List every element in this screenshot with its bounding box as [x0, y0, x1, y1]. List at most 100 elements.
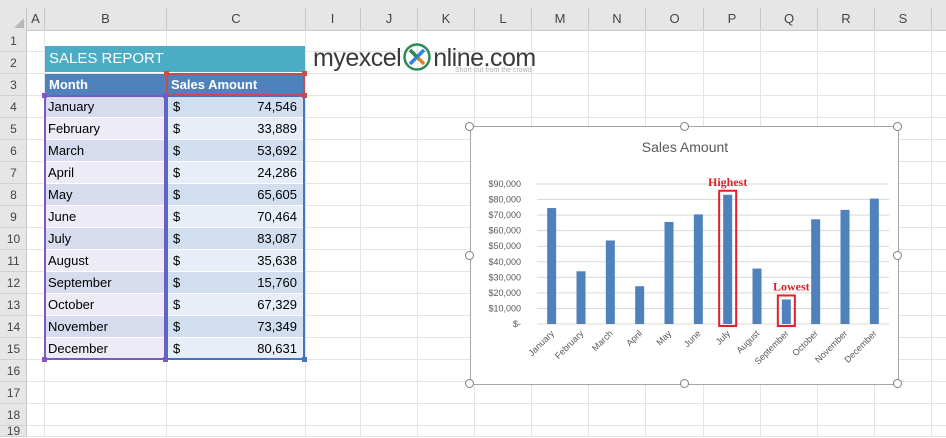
- selection-handle[interactable]: [302, 357, 307, 362]
- row-header-2[interactable]: 2: [0, 52, 27, 74]
- bar-august[interactable]: [752, 268, 762, 324]
- month-cell[interactable]: December: [45, 338, 166, 360]
- row-header-12[interactable]: 12: [0, 272, 27, 294]
- month-cell[interactable]: September: [45, 272, 166, 294]
- row-header-19[interactable]: 19: [0, 425, 27, 437]
- selection-handle[interactable]: [163, 357, 168, 362]
- amount-cell[interactable]: $70,464: [167, 206, 305, 228]
- amount-value: 24,286: [257, 165, 297, 180]
- bar-december[interactable]: [869, 198, 879, 324]
- row-header-7[interactable]: 7: [0, 162, 27, 184]
- row-header-10[interactable]: 10: [0, 228, 27, 250]
- amount-value: 73,349: [257, 319, 297, 334]
- column-header-p[interactable]: P: [704, 8, 761, 30]
- bar-june[interactable]: [693, 214, 703, 324]
- sales-chart[interactable]: Sales Amount $- $10,000 $20,000 $30,000 $40,…: [470, 126, 899, 385]
- row-header-5[interactable]: 5: [0, 118, 27, 140]
- column-header-c[interactable]: C: [167, 8, 306, 30]
- bar-november[interactable]: [840, 209, 850, 324]
- bar-february[interactable]: [576, 271, 586, 324]
- bar-march[interactable]: [605, 240, 615, 324]
- row-header-3[interactable]: 3: [0, 74, 27, 96]
- column-header-a[interactable]: A: [27, 8, 45, 30]
- row-header-18[interactable]: 18: [0, 404, 27, 426]
- chart-resize-handle[interactable]: [893, 251, 902, 260]
- bar-january[interactable]: [547, 208, 557, 324]
- x-tick-label: March: [590, 328, 615, 353]
- row-header-16[interactable]: 16: [0, 360, 27, 382]
- amount-cell[interactable]: $24,286: [167, 162, 305, 184]
- month-cell[interactable]: March: [45, 140, 166, 162]
- column-header-b[interactable]: B: [45, 8, 167, 30]
- selection-handle[interactable]: [42, 357, 47, 362]
- bar-april[interactable]: [635, 286, 645, 324]
- month-cell[interactable]: February: [45, 118, 166, 140]
- chart-resize-handle[interactable]: [680, 379, 689, 388]
- column-header-l[interactable]: L: [475, 8, 532, 30]
- bar-may[interactable]: [664, 221, 674, 324]
- chart-resize-handle[interactable]: [465, 379, 474, 388]
- chart-resize-handle[interactable]: [893, 379, 902, 388]
- selection-handle[interactable]: [164, 71, 169, 76]
- x-tick-label: August: [735, 328, 762, 355]
- chart-resize-handle[interactable]: [893, 122, 902, 131]
- month-cell[interactable]: August: [45, 250, 166, 272]
- amount-cell[interactable]: $67,329: [167, 294, 305, 316]
- y-tick-label: $50,000: [488, 241, 521, 251]
- bar-october[interactable]: [811, 219, 821, 324]
- month-cell[interactable]: April: [45, 162, 166, 184]
- chart-title: Sales Amount: [642, 139, 728, 155]
- chart-resize-handle[interactable]: [680, 122, 689, 131]
- currency-symbol: $: [173, 187, 181, 202]
- column-header-k[interactable]: K: [418, 8, 475, 30]
- amount-cell[interactable]: $80,631: [167, 338, 305, 360]
- sales-amount-header-cell[interactable]: Sales Amount: [167, 74, 305, 96]
- amount-cell[interactable]: $35,638: [167, 250, 305, 272]
- bar-september[interactable]: [781, 299, 791, 324]
- amount-cell[interactable]: $83,087: [167, 228, 305, 250]
- amount-cell[interactable]: $33,889: [167, 118, 305, 140]
- month-cell[interactable]: January: [45, 96, 166, 118]
- amount-cell[interactable]: $73,349: [167, 316, 305, 338]
- row-header-9[interactable]: 9: [0, 206, 27, 228]
- month-header-cell[interactable]: Month: [45, 74, 166, 96]
- column-header-s[interactable]: S: [875, 8, 932, 30]
- column-header-r[interactable]: R: [818, 8, 875, 30]
- amount-value: 15,760: [257, 275, 297, 290]
- month-cell[interactable]: June: [45, 206, 166, 228]
- row-header-4[interactable]: 4: [0, 96, 27, 118]
- column-header-j[interactable]: J: [361, 8, 418, 30]
- amount-value: 83,087: [257, 231, 297, 246]
- amount-cell[interactable]: $15,760: [167, 272, 305, 294]
- selection-handle[interactable]: [163, 93, 168, 98]
- row-header-11[interactable]: 11: [0, 250, 27, 272]
- select-all-corner[interactable]: [0, 8, 27, 30]
- row-header-13[interactable]: 13: [0, 294, 27, 316]
- row-header-1[interactable]: 1: [0, 30, 27, 52]
- selection-handle[interactable]: [302, 71, 307, 76]
- column-header-i[interactable]: I: [305, 8, 361, 30]
- column-header-o[interactable]: O: [646, 8, 704, 30]
- month-cell[interactable]: July: [45, 228, 166, 250]
- report-title-cell[interactable]: SALES REPORT: [45, 46, 305, 72]
- bar-july[interactable]: [723, 194, 733, 324]
- amount-cell[interactable]: $65,605: [167, 184, 305, 206]
- selection-handle[interactable]: [302, 93, 307, 98]
- amount-cell[interactable]: $53,692: [167, 140, 305, 162]
- column-header-q[interactable]: Q: [761, 8, 818, 30]
- month-cell[interactable]: November: [45, 316, 166, 338]
- row-header-14[interactable]: 14: [0, 316, 27, 338]
- row-header-17[interactable]: 17: [0, 382, 27, 404]
- row-header-6[interactable]: 6: [0, 140, 27, 162]
- amount-value: 67,329: [257, 297, 297, 312]
- column-header-m[interactable]: M: [532, 8, 589, 30]
- row-header-8[interactable]: 8: [0, 184, 27, 206]
- amount-cell[interactable]: $74,546: [167, 96, 305, 118]
- month-cell[interactable]: May: [45, 184, 166, 206]
- month-cell[interactable]: October: [45, 294, 166, 316]
- chart-resize-handle[interactable]: [465, 122, 474, 131]
- row-header-15[interactable]: 15: [0, 338, 27, 360]
- selection-handle[interactable]: [42, 93, 47, 98]
- chart-resize-handle[interactable]: [465, 251, 474, 260]
- column-header-n[interactable]: N: [589, 8, 646, 30]
